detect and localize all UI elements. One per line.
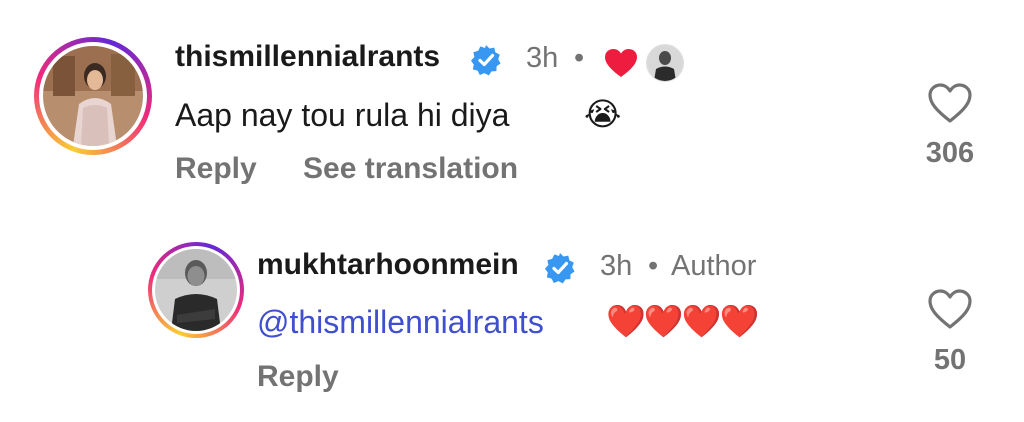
creator-liked-heart-icon [604, 48, 638, 83]
verified-badge-icon [470, 44, 502, 81]
comment-username[interactable]: mukhtarhoonmein [257, 248, 519, 282]
creator-avatar-small [646, 44, 684, 82]
hearts-emoji: ❤️❤️❤️❤️ [606, 303, 759, 339]
comment-timestamp: 3h [526, 42, 559, 74]
meta-separator: • [574, 42, 585, 74]
avatar[interactable] [148, 242, 244, 338]
like-heart-icon[interactable] [927, 82, 973, 129]
avatar[interactable] [34, 37, 152, 155]
avatar-photo-man [155, 249, 237, 331]
like-count: 50 [933, 344, 967, 376]
see-translation-button[interactable]: See translation [303, 152, 518, 186]
like-count: 306 [925, 137, 975, 169]
comment-timestamp: 3h [600, 250, 633, 282]
mention-link[interactable]: @thismillennialrants [257, 304, 544, 341]
reply-button[interactable]: Reply [175, 152, 257, 186]
comment-text: Aap nay tou rula hi diya [175, 97, 510, 133]
verified-badge-icon [544, 252, 576, 289]
meta-separator: • [648, 250, 659, 282]
crying-face-emoji: 😭 [584, 96, 622, 132]
reply-comment-item: mukhtarhoonmein 3h • Author @thismillenn… [0, 200, 1024, 422]
comment-item: thismillennialrants 3h • Aap nay tou rul… [0, 0, 1024, 200]
avatar-photo-woman [43, 46, 143, 146]
author-label: Author [671, 250, 757, 282]
reply-button[interactable]: Reply [257, 360, 339, 394]
like-heart-icon[interactable] [927, 288, 973, 335]
comment-username[interactable]: thismillennialrants [175, 40, 440, 74]
